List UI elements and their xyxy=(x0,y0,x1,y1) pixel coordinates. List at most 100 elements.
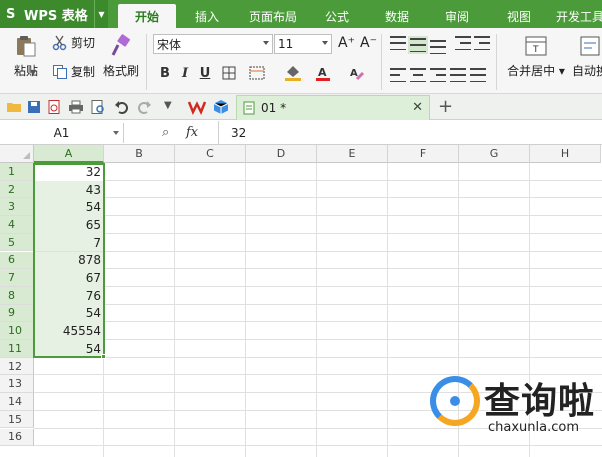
decrease-indent-icon[interactable] xyxy=(455,36,471,50)
insert-function-button[interactable]: fx xyxy=(186,125,198,140)
column-header-a[interactable]: A xyxy=(34,145,104,163)
grid-row-line xyxy=(34,268,602,270)
close-tab-icon[interactable]: ✕ xyxy=(412,100,423,115)
undo-icon[interactable] xyxy=(114,99,130,115)
row-header-1[interactable]: 1 xyxy=(0,163,34,181)
customize-toolbar-dropdown-icon[interactable]: ▼ xyxy=(164,100,180,116)
app-menu-dropdown-icon[interactable]: ▼ xyxy=(94,0,108,28)
borders-button[interactable] xyxy=(220,64,238,82)
underline-button[interactable]: U xyxy=(196,64,214,82)
format-painter-button[interactable]: 格式刷 xyxy=(102,34,140,79)
merge-center-button[interactable]: T 合并居中 ▾ xyxy=(506,34,566,79)
document-tab[interactable]: 01 * ✕ xyxy=(236,95,430,120)
row-header-13[interactable]: 13 xyxy=(0,375,34,394)
sheet-file-icon xyxy=(243,101,255,115)
select-all-corner[interactable] xyxy=(0,145,34,163)
row-header-15[interactable]: 15 xyxy=(0,410,34,429)
tab-view[interactable]: 视图 xyxy=(494,4,544,28)
print-preview-icon[interactable] xyxy=(90,99,106,115)
column-header-d[interactable]: D xyxy=(246,145,317,163)
document-tab-name: 01 * xyxy=(261,101,287,115)
column-header-g[interactable]: G xyxy=(459,145,530,163)
column-header-f[interactable]: F xyxy=(388,145,459,163)
tab-review[interactable]: 审阅 xyxy=(432,4,482,28)
grid-column-line xyxy=(387,163,388,457)
align-left-icon[interactable] xyxy=(390,68,406,82)
tab-home[interactable]: 开始 xyxy=(118,4,176,28)
open-folder-icon[interactable] xyxy=(6,99,22,115)
paste-icon xyxy=(17,36,36,57)
align-bottom-icon[interactable] xyxy=(430,40,446,54)
bold-button[interactable]: B xyxy=(156,64,174,82)
wps-w-logo-icon[interactable] xyxy=(188,99,206,115)
font-size-select[interactable]: 11 xyxy=(274,34,332,54)
export-pdf-icon[interactable] xyxy=(46,99,62,115)
row-header-6[interactable]: 6 xyxy=(0,251,34,270)
name-box[interactable]: A1 xyxy=(0,123,124,143)
align-right-icon[interactable] xyxy=(430,68,446,82)
tab-insert[interactable]: 插入 xyxy=(180,4,234,28)
new-tab-icon[interactable]: + xyxy=(438,96,453,117)
merge-cells-button[interactable] xyxy=(248,64,266,82)
distributed-icon[interactable] xyxy=(470,68,486,82)
font-color-button[interactable]: A xyxy=(314,64,332,82)
redo-icon[interactable] xyxy=(136,99,152,115)
column-header-h[interactable]: H xyxy=(530,145,601,163)
zoom-icon[interactable]: ⌕ xyxy=(162,125,169,140)
clear-format-button[interactable]: A xyxy=(348,64,366,82)
grid-row-line xyxy=(34,356,602,358)
row-header-4[interactable]: 4 xyxy=(0,216,34,234)
column-header-e[interactable]: E xyxy=(317,145,388,163)
name-box-value: A1 xyxy=(53,126,70,140)
svg-text:A: A xyxy=(318,66,327,79)
cut-button[interactable]: 剪切 xyxy=(52,34,95,51)
column-header-b[interactable]: B xyxy=(104,145,175,163)
print-icon[interactable] xyxy=(68,99,84,115)
tab-developer[interactable]: 开发工具 xyxy=(556,4,602,28)
paste-button[interactable]: 粘贴 xyxy=(8,34,44,79)
save-icon[interactable] xyxy=(26,99,42,115)
app-menu-button[interactable]: S WPS 表格 xyxy=(0,0,94,28)
row-header-12[interactable]: 12 xyxy=(0,357,34,376)
tab-data[interactable]: 数据 xyxy=(372,4,422,28)
wrap-text-icon xyxy=(580,36,600,56)
grid-row-line xyxy=(34,197,602,199)
copy-icon xyxy=(53,64,67,79)
row-header-11[interactable]: 11 xyxy=(0,340,34,358)
formula-input[interactable]: 32 xyxy=(218,121,602,145)
italic-button[interactable]: I xyxy=(176,64,194,82)
column-header-c[interactable]: C xyxy=(175,145,246,163)
format-painter-label: 格式刷 xyxy=(102,64,139,78)
align-middle-icon[interactable] xyxy=(408,36,428,54)
align-center-icon[interactable] xyxy=(410,68,426,82)
justify-icon[interactable] xyxy=(450,68,466,82)
row-header-7[interactable]: 7 xyxy=(0,269,34,287)
tab-formulas[interactable]: 公式 xyxy=(312,4,362,28)
paint-bucket-icon xyxy=(285,66,301,81)
fill-color-button[interactable] xyxy=(284,64,302,82)
row-header-3[interactable]: 3 xyxy=(0,198,34,217)
font-name-select[interactable]: 宋体 xyxy=(153,34,273,54)
row-header-8[interactable]: 8 xyxy=(0,286,34,305)
fill-handle[interactable] xyxy=(101,354,106,359)
cube-icon[interactable] xyxy=(213,99,229,115)
auto-wrap-button[interactable]: 自动换 xyxy=(570,34,602,79)
ribbon-separator xyxy=(146,34,147,90)
grid-row-line xyxy=(34,250,602,252)
grid-row-line xyxy=(34,303,602,305)
row-header-9[interactable]: 9 xyxy=(0,304,34,323)
row-header-10[interactable]: 10 xyxy=(0,322,34,340)
font-size-value: 11 xyxy=(278,37,294,51)
align-top-icon[interactable] xyxy=(390,36,406,50)
row-header-16[interactable]: 16 xyxy=(0,428,34,447)
row-header-5[interactable]: 5 xyxy=(0,233,34,252)
copy-button[interactable]: 复制 xyxy=(52,63,95,80)
decrease-font-button[interactable]: A⁻ xyxy=(360,35,377,51)
row-header-14[interactable]: 14 xyxy=(0,393,34,411)
ribbon-home: 粘贴 ▼ 剪切 复制 格式刷 宋体 11 A⁺ A⁻ B I U A A T 合… xyxy=(0,28,602,94)
increase-font-button[interactable]: A⁺ xyxy=(338,35,355,51)
paste-dropdown-icon[interactable]: ▼ xyxy=(30,68,36,77)
row-header-2[interactable]: 2 xyxy=(0,180,34,199)
tab-page-layout[interactable]: 页面布局 xyxy=(240,4,306,28)
increase-indent-icon[interactable] xyxy=(474,36,490,50)
